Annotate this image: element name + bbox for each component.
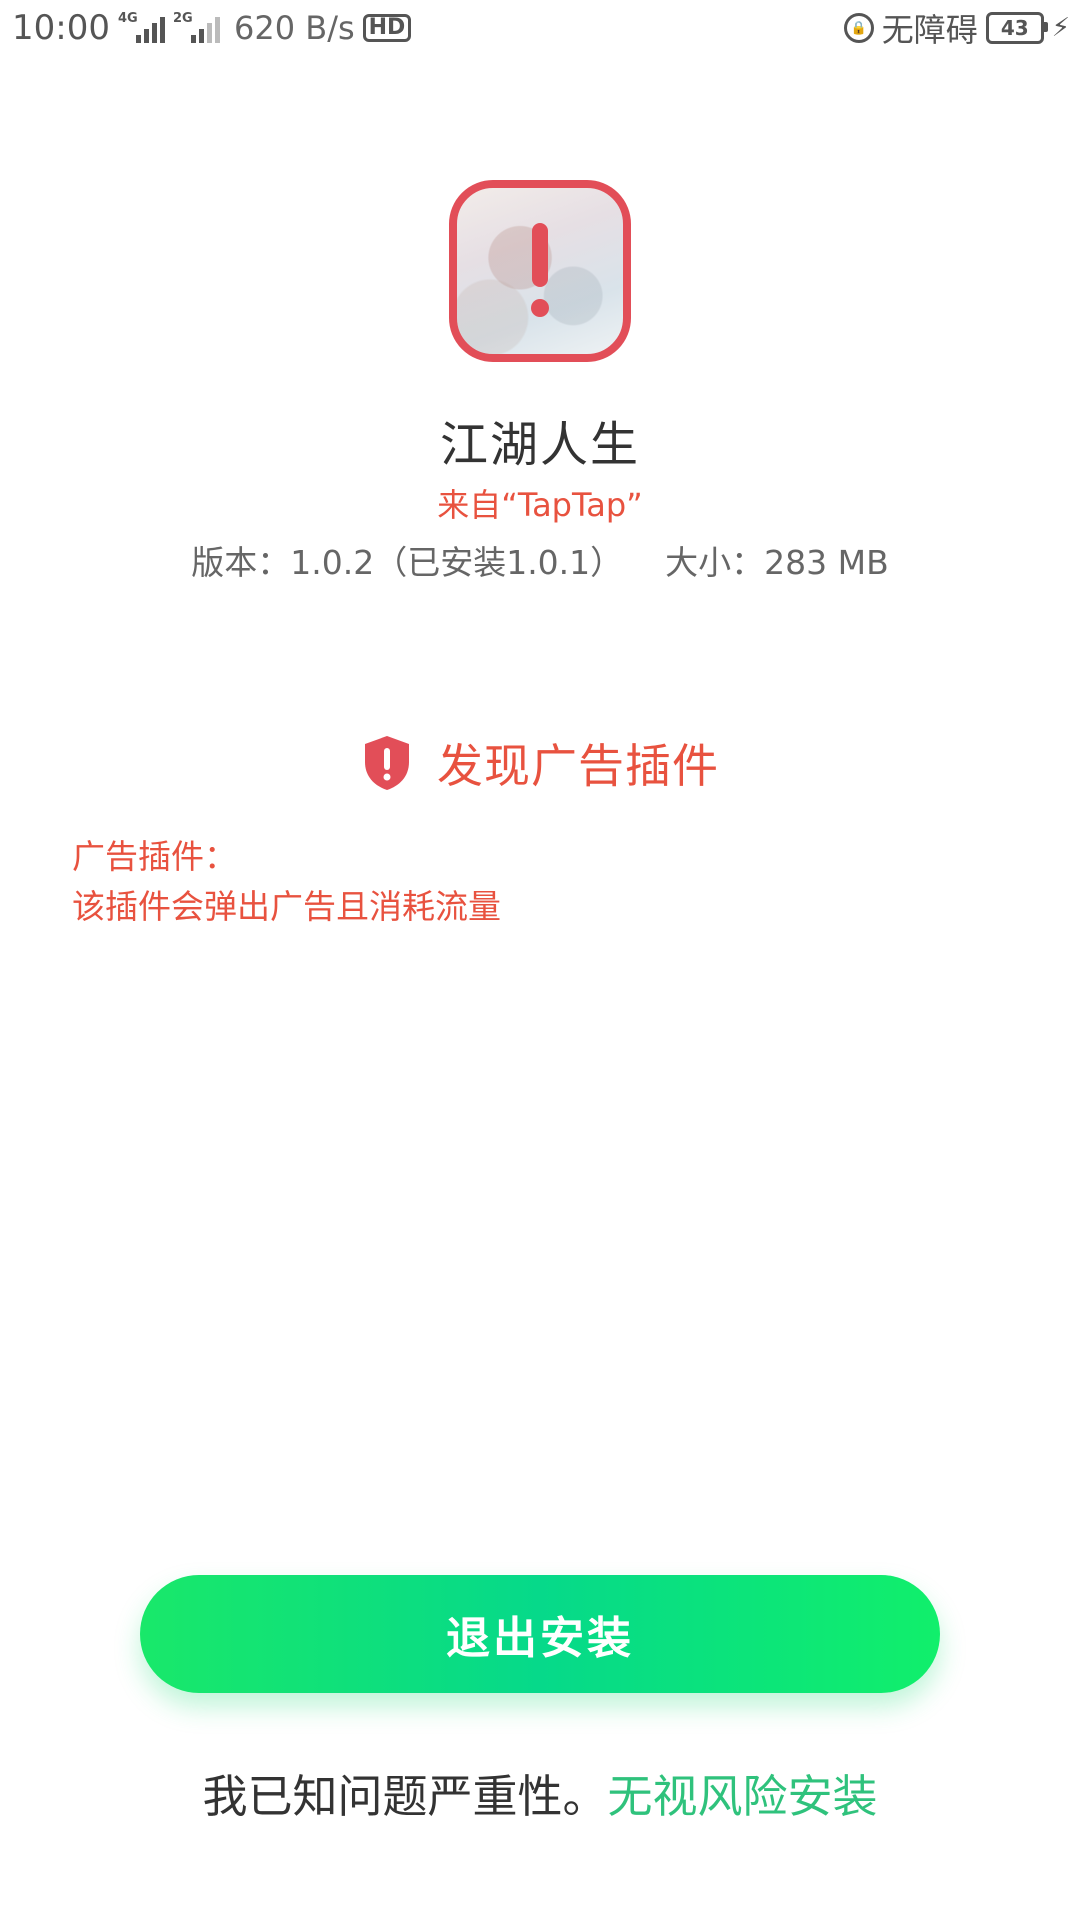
- app-version: 版本：1.0.2（已安装1.0.1）: [191, 543, 624, 582]
- status-bar: 10:00 4G 2G 620 B/s HD 🔒 无障碍 43 ⚡: [0, 0, 1080, 56]
- network-speed: 620 B/s: [233, 9, 355, 47]
- battery-icon: 43: [985, 12, 1048, 44]
- charging-icon: ⚡: [1051, 13, 1070, 43]
- app-name: 江湖人生: [439, 417, 640, 473]
- rotation-lock-icon: 🔒: [843, 13, 874, 43]
- app-size: 大小：283 MB: [665, 543, 889, 582]
- accessibility-label: 无障碍: [881, 11, 978, 49]
- status-bar-right: 🔒 无障碍 43 ⚡: [843, 5, 1070, 51]
- ignore-risk-row: 我已知问题严重性。无视风险安装: [0, 1760, 1080, 1825]
- app-meta: 版本：1.0.2（已安装1.0.1） 大小：283 MB: [0, 536, 1080, 584]
- ignore-risk-install-link[interactable]: 无视风险安装: [608, 1770, 878, 1823]
- warning-header: 发现广告插件: [0, 730, 1080, 796]
- battery-level: 43: [1000, 16, 1029, 40]
- status-time: 10:00: [12, 8, 110, 48]
- ignore-risk-prefix: 我已知问题严重性。: [202, 1770, 608, 1823]
- shield-alert-icon: [365, 736, 409, 790]
- plugin-description-block: 广告插件： 该插件会弹出广告且消耗流量: [72, 832, 1012, 932]
- warning-title: 发现广告插件: [437, 739, 719, 793]
- exclamation-icon: [530, 223, 550, 319]
- plugin-label: 广告插件：: [72, 837, 237, 876]
- app-warning-icon: [449, 180, 631, 362]
- signal-2g-icon: 2G: [173, 11, 220, 43]
- exit-install-button[interactable]: 退出安装: [140, 1575, 940, 1693]
- app-source: 来自“TapTap”: [437, 486, 643, 524]
- signal-4g-icon: 4G: [118, 11, 165, 43]
- status-bar-left: 10:00 4G 2G 620 B/s HD: [12, 8, 412, 48]
- hd-call-icon: HD: [362, 14, 412, 42]
- plugin-description: 该插件会弹出广告且消耗流量: [72, 887, 501, 926]
